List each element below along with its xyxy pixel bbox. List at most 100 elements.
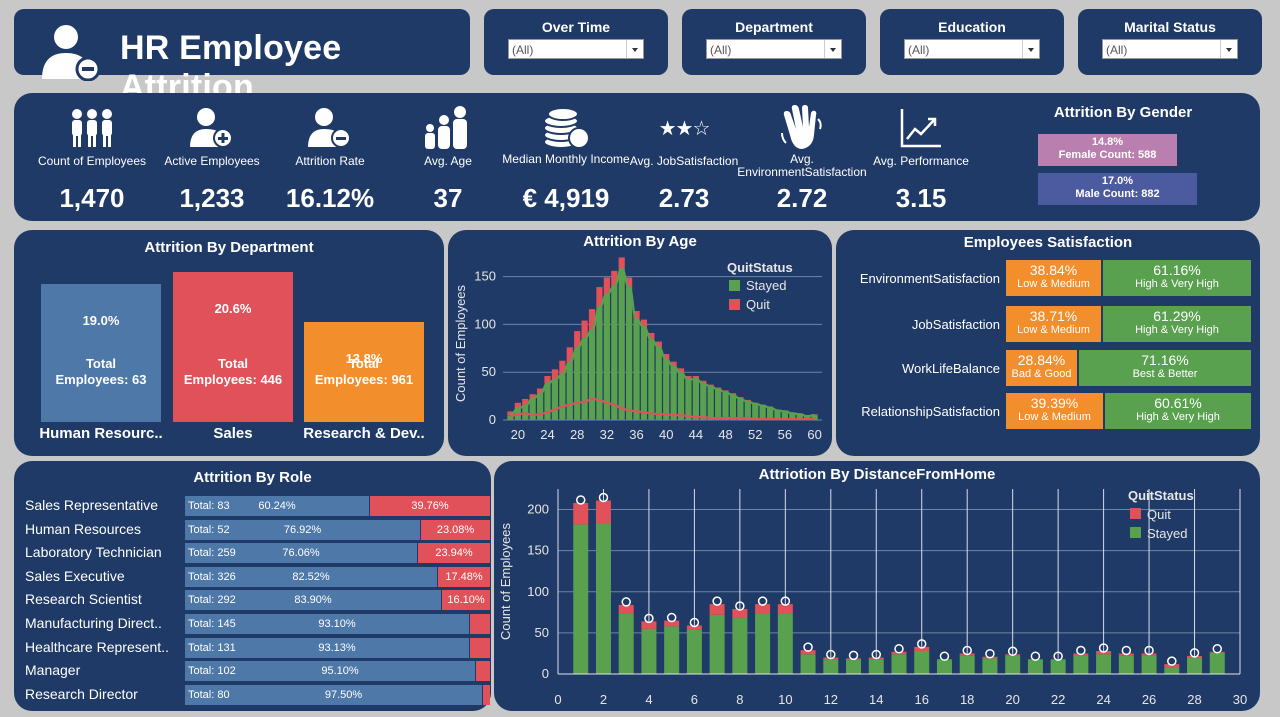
bar-segment-stayed[interactable]: [700, 383, 707, 420]
bar-segment-stayed[interactable]: [1050, 660, 1066, 674]
total-marker[interactable]: [1121, 645, 1132, 656]
bar-segment-stayed[interactable]: [800, 654, 816, 674]
marital-status-dropdown[interactable]: (All): [1102, 39, 1238, 59]
bar-segment-quit[interactable]: [573, 502, 589, 525]
total-marker[interactable]: [1167, 656, 1177, 666]
role-stay-segment[interactable]: Total: 131 93.13%: [185, 637, 469, 658]
total-marker[interactable]: [894, 644, 904, 654]
bar-segment-stayed[interactable]: [596, 307, 603, 420]
role-quit-segment[interactable]: [476, 661, 490, 682]
bar-segment-stayed[interactable]: [641, 628, 657, 674]
total-marker[interactable]: [666, 612, 677, 623]
role-quit-segment[interactable]: 17.48%: [438, 566, 490, 587]
role-row[interactable]: Research Director Total: 80 97.50%: [14, 684, 491, 705]
role-stay-segment[interactable]: Total: 326 82.52%: [185, 566, 437, 587]
bar-segment-stayed[interactable]: [574, 348, 581, 420]
total-marker[interactable]: [939, 651, 950, 661]
role-bar[interactable]: Total: 131 93.13%: [185, 637, 490, 658]
total-marker[interactable]: [803, 642, 813, 652]
bar-segment-stayed[interactable]: [692, 378, 699, 420]
role-bar[interactable]: Total: 80 97.50%: [185, 684, 490, 705]
chevron-down-icon[interactable]: [824, 40, 841, 58]
satisfaction-low-segment[interactable]: 38.84% Low & Medium: [1006, 260, 1101, 296]
bar-segment-quit[interactable]: [618, 257, 625, 269]
role-stay-segment[interactable]: Total: 83 60.24%: [185, 496, 369, 516]
total-marker[interactable]: [1212, 644, 1223, 654]
bar-segment-stayed[interactable]: [1027, 660, 1043, 674]
role-stay-segment[interactable]: Total: 80 97.50%: [185, 684, 482, 705]
bar-segment-stayed[interactable]: [670, 366, 677, 420]
legend-label[interactable]: Quit: [1147, 507, 1171, 522]
role-row[interactable]: Sales Executive Total: 326 82.52% 17.48%: [14, 566, 491, 587]
bar-segment-stayed[interactable]: [633, 319, 640, 420]
role-bar[interactable]: Total: 326 82.52% 17.48%: [185, 566, 490, 587]
bar-segment-stayed[interactable]: [707, 386, 714, 420]
satisfaction-high-segment[interactable]: 71.16% Best & Better: [1079, 350, 1251, 386]
role-quit-segment[interactable]: 23.08%: [421, 519, 490, 540]
bar-segment-stayed[interactable]: [1141, 655, 1157, 674]
total-marker[interactable]: [575, 495, 586, 505]
bar-segment-stayed[interactable]: [755, 613, 771, 674]
bar-segment-stayed[interactable]: [618, 613, 634, 674]
male-attrition-box[interactable]: 17.0% Male Count: 882: [1038, 173, 1197, 205]
bar-segment-stayed[interactable]: [722, 392, 729, 420]
role-stay-segment[interactable]: Total: 145 93.10%: [185, 614, 469, 634]
department-bar[interactable]: 19.0% Total Employees: 63: [41, 284, 161, 422]
bar-segment-stayed[interactable]: [626, 287, 633, 420]
role-bar[interactable]: Total: 83 60.24% 39.76%: [185, 496, 490, 516]
role-stay-segment[interactable]: Total: 292 83.90%: [185, 590, 441, 611]
bar-segment-stayed[interactable]: [729, 395, 737, 420]
bar-segment-stayed[interactable]: [573, 524, 589, 674]
bar-segment-stayed[interactable]: [677, 373, 685, 420]
legend-swatch[interactable]: [1130, 527, 1141, 538]
bar-segment-stayed[interactable]: [685, 379, 692, 420]
role-stay-segment[interactable]: Total: 102 95.10%: [185, 661, 475, 682]
legend-label[interactable]: Quit: [746, 297, 770, 312]
bar-segment-stayed[interactable]: [936, 660, 952, 674]
bar-segment-stayed[interactable]: [655, 347, 662, 420]
total-marker[interactable]: [757, 596, 768, 606]
chevron-down-icon[interactable]: [626, 40, 643, 58]
total-marker[interactable]: [621, 597, 631, 607]
bar-segment-stayed[interactable]: [529, 398, 536, 420]
bar-segment-stayed[interactable]: [686, 629, 702, 674]
bar-segment-stayed[interactable]: [914, 650, 930, 674]
satisfaction-low-segment[interactable]: 28.84% Bad & Good: [1006, 350, 1077, 386]
education-dropdown[interactable]: (All): [904, 39, 1040, 59]
role-row[interactable]: Manufacturing Direct.. Total: 145 93.10%: [14, 614, 491, 634]
department-dropdown[interactable]: (All): [706, 39, 842, 59]
bar-segment-stayed[interactable]: [1209, 652, 1225, 674]
bar-segment-stayed[interactable]: [777, 613, 793, 674]
role-quit-segment[interactable]: [483, 684, 490, 705]
bar-segment-stayed[interactable]: [737, 398, 744, 420]
chevron-down-icon[interactable]: [1022, 40, 1039, 58]
bar-segment-stayed[interactable]: [1073, 655, 1089, 674]
role-bar[interactable]: Total: 292 83.90% 16.10%: [185, 590, 490, 611]
role-stay-segment[interactable]: Total: 52 76.92%: [185, 519, 420, 540]
total-marker[interactable]: [985, 648, 995, 659]
bar-segment-stayed[interactable]: [588, 330, 596, 420]
bar-segment-stayed[interactable]: [982, 658, 998, 674]
role-bar[interactable]: Total: 259 76.06% 23.94%: [185, 543, 490, 564]
over-time-dropdown[interactable]: (All): [508, 39, 644, 59]
bar-segment-stayed[interactable]: [559, 374, 566, 420]
chevron-down-icon[interactable]: [1220, 40, 1237, 58]
bar-segment-stayed[interactable]: [611, 286, 618, 420]
bar-segment-stayed[interactable]: [1164, 667, 1180, 674]
role-quit-segment[interactable]: [470, 637, 490, 658]
bar-segment-quit[interactable]: [595, 500, 611, 524]
satisfaction-high-segment[interactable]: 61.29% High & Very High: [1103, 306, 1251, 342]
bar-segment-stayed[interactable]: [536, 394, 544, 420]
role-quit-segment[interactable]: [470, 614, 490, 634]
bar-segment-stayed[interactable]: [709, 614, 725, 674]
bar-segment-stayed[interactable]: [663, 359, 670, 420]
bar-segment-stayed[interactable]: [581, 338, 588, 420]
bar-segment-stayed[interactable]: [715, 389, 722, 420]
bar-segment-stayed[interactable]: [664, 626, 680, 674]
department-bar[interactable]: 13.8% Total Employees: 961: [304, 322, 424, 422]
role-bar[interactable]: Total: 52 76.92% 23.08%: [185, 519, 490, 540]
bar-segment-stayed[interactable]: [959, 655, 975, 674]
bar-segment-stayed[interactable]: [544, 383, 551, 420]
total-marker[interactable]: [1076, 645, 1086, 656]
legend-swatch[interactable]: [729, 280, 740, 291]
